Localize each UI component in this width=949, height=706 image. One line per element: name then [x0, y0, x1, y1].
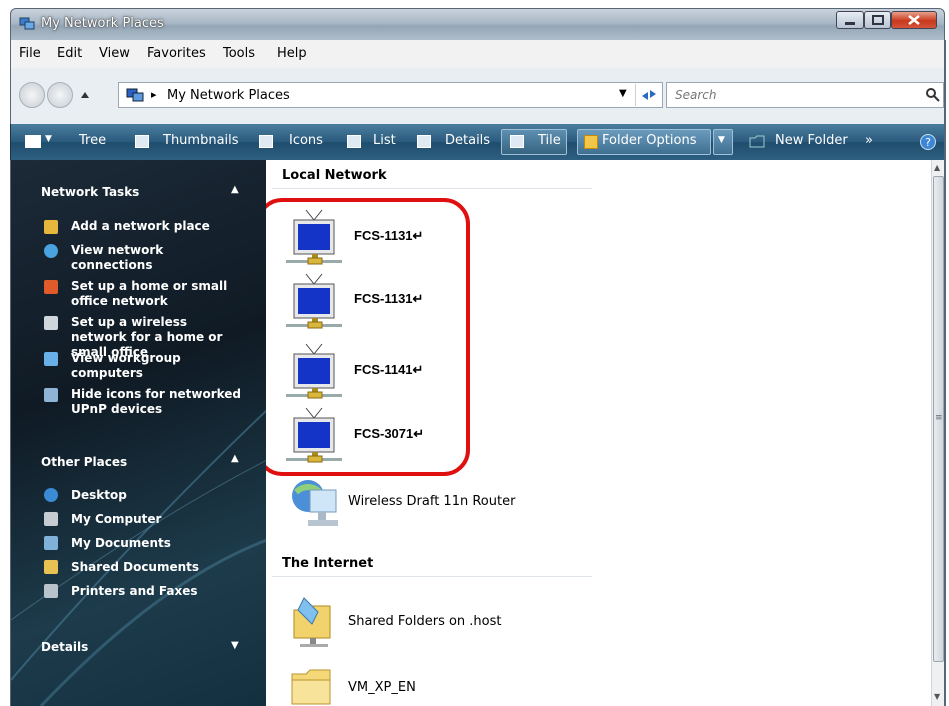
folder-options-icon [584, 135, 598, 149]
other-places-heading[interactable]: Other Places [41, 455, 127, 469]
title-bar[interactable]: My Network Places [10, 8, 945, 40]
minimize-button[interactable] [836, 11, 864, 29]
menu-edit[interactable]: Edit [57, 46, 82, 61]
tile-view-icon [510, 135, 524, 148]
thumbnails-icon [135, 135, 149, 148]
back-button[interactable] [19, 82, 45, 108]
search-icon[interactable] [925, 87, 941, 103]
menu-bar: File Edit View Favorites Tools Help [10, 40, 945, 68]
network-places-icon [19, 17, 35, 31]
place-shared-documents[interactable]: Shared Documents [71, 560, 199, 575]
new-folder-icon [749, 134, 765, 148]
toolbar-tile-active[interactable]: Tile [501, 129, 567, 155]
close-button[interactable] [891, 11, 937, 29]
group-the-internet[interactable]: The Internet [282, 556, 373, 571]
folder-icon[interactable] [290, 664, 338, 706]
red-highlight-outline [266, 198, 470, 476]
wireless-network-icon [44, 316, 58, 330]
place-my-documents[interactable]: My Documents [71, 536, 171, 551]
vertical-scrollbar[interactable]: ▲ ≡ ▼ [931, 160, 945, 706]
address-bar-row: ▸ My Network Places ▼ Search [10, 68, 945, 124]
group-local-network[interactable]: Local Network [282, 168, 387, 183]
internet-item-label[interactable]: VM_XP_EN [348, 680, 416, 695]
place-printers-faxes[interactable]: Printers and Faxes [71, 584, 198, 599]
dropdown-arrow-icon[interactable]: ▼ [619, 88, 627, 99]
group-divider [272, 576, 592, 577]
search-placeholder: Search [675, 88, 717, 102]
list-view-icon [347, 135, 361, 148]
chevron-down-icon: ▼ [718, 135, 725, 145]
toolbar-tree[interactable]: Tree [79, 133, 106, 148]
menu-tools[interactable]: Tools [223, 46, 255, 61]
scroll-up-icon[interactable]: ▲ [934, 163, 940, 172]
router-icon[interactable] [286, 478, 346, 534]
task-view-workgroup[interactable]: View workgroup computers [71, 351, 201, 381]
menu-view[interactable]: View [99, 46, 130, 61]
icons-view-icon [259, 135, 273, 148]
shared-documents-icon [44, 560, 58, 574]
desktop-icon [44, 488, 58, 502]
router-label[interactable]: Wireless Draft 11n Router [348, 494, 515, 509]
window-title: My Network Places [41, 16, 164, 31]
add-network-place-icon [44, 220, 58, 234]
toolbar-more[interactable]: » [865, 133, 873, 148]
pane-swoosh-decoration [11, 409, 266, 706]
expand-chevron-icon[interactable]: ▼ [231, 640, 239, 651]
scrollbar-thumb[interactable]: ≡ [933, 176, 944, 662]
forward-button[interactable] [47, 82, 73, 108]
up-arrow-icon[interactable] [79, 86, 91, 102]
workgroup-icon [44, 352, 58, 366]
refresh-icon[interactable] [635, 84, 662, 106]
upnp-device-icon [44, 388, 58, 402]
window-border [944, 40, 946, 706]
folder-options-dropdown[interactable]: ▼ [713, 129, 733, 155]
home-network-icon [44, 280, 58, 294]
folder-options-button[interactable]: Folder Options [577, 129, 711, 155]
content-pane: Local Network FCS-1131↵ FCS-1131↵ FCS-11… [266, 160, 931, 706]
toolbar: ▼ Tree Thumbnails Icons List Details Til… [10, 124, 945, 160]
group-divider [272, 188, 592, 189]
task-setup-home-network[interactable]: Set up a home or small office network [71, 279, 231, 309]
printers-icon [44, 584, 58, 598]
network-tasks-heading[interactable]: Network Tasks [41, 185, 139, 199]
details-view-icon [417, 135, 431, 148]
shared-folder-icon[interactable] [290, 594, 338, 650]
maximize-button[interactable] [864, 11, 891, 29]
breadcrumb-arrow-icon[interactable]: ▸ [151, 88, 157, 101]
my-documents-icon [44, 536, 58, 550]
menu-file[interactable]: File [19, 46, 41, 61]
toolbar-thumbnails[interactable]: Thumbnails [163, 133, 239, 148]
search-input[interactable]: Search [666, 82, 944, 108]
menu-help[interactable]: Help [277, 46, 307, 61]
task-pane: Network Tasks ▲ Add a network place View… [10, 160, 266, 706]
task-add-network-place[interactable]: Add a network place [71, 219, 251, 234]
collapse-chevron-icon[interactable]: ▲ [231, 453, 239, 464]
folder-options-label: Folder Options [602, 133, 697, 148]
task-view-network-connections[interactable]: View network connections [71, 243, 181, 273]
my-computer-icon [44, 512, 58, 526]
details-heading[interactable]: Details [41, 640, 88, 654]
grip-icon: ≡ [935, 413, 943, 423]
toolbar-new-folder[interactable]: New Folder [775, 133, 848, 148]
layout-icon[interactable] [25, 135, 41, 148]
place-my-computer[interactable]: My Computer [71, 512, 161, 527]
network-places-icon [125, 87, 145, 103]
place-desktop[interactable]: Desktop [71, 488, 127, 503]
breadcrumb[interactable]: My Network Places [167, 88, 290, 103]
toolbar-tile[interactable]: Tile [538, 133, 561, 148]
layout-dropdown-icon[interactable]: ▼ [45, 134, 52, 144]
collapse-chevron-icon[interactable]: ▲ [231, 184, 239, 195]
internet-item-label[interactable]: Shared Folders on .host [348, 614, 502, 629]
network-connections-icon [44, 244, 58, 258]
toolbar-details[interactable]: Details [445, 133, 490, 148]
toolbar-icons[interactable]: Icons [289, 133, 323, 148]
scroll-down-icon[interactable]: ▼ [934, 692, 940, 701]
address-field[interactable]: ▸ My Network Places ▼ [118, 82, 663, 108]
toolbar-list[interactable]: List [373, 133, 396, 148]
menu-favorites[interactable]: Favorites [147, 46, 206, 61]
help-icon[interactable]: ? [920, 134, 936, 150]
task-hide-upnp-icons[interactable]: Hide icons for networked UPnP devices [71, 387, 241, 417]
